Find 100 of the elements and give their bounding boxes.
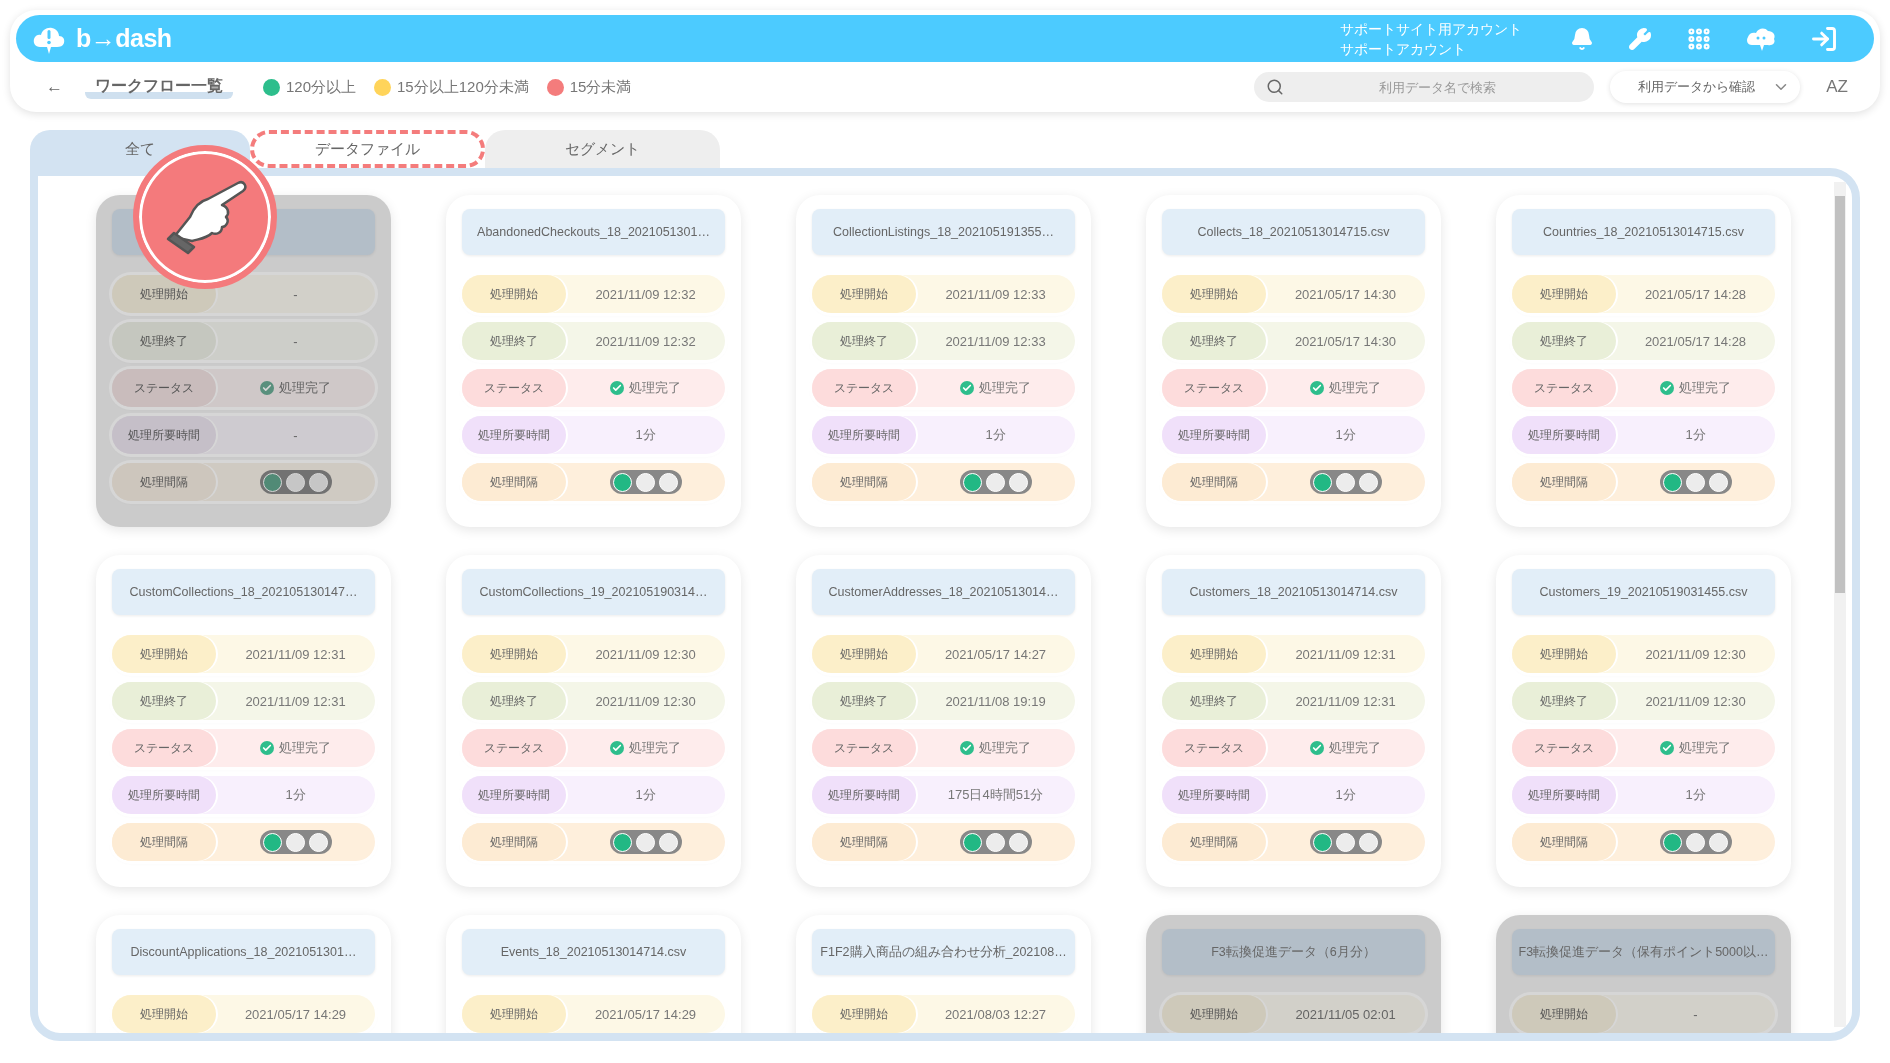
field-label: ステータス [462,729,566,767]
tab[interactable]: データファイル [250,130,485,168]
page-title: ワークフロー一覧 [85,75,233,99]
field-label: 処理間隔 [112,823,216,861]
card-title: DiscountApplications_18_2021051301… [130,945,357,959]
interval-indicator[interactable] [1309,470,1382,494]
field-label: 処理所要時間 [112,776,216,814]
status-text: 処理完了 [1329,739,1381,757]
sort-button[interactable]: AZ [1820,76,1854,98]
grid-icon [1686,25,1712,52]
field-value: 2021/05/17 14:30 [1293,286,1398,302]
field-label: 処理所要時間 [462,416,566,454]
field-label: 処理終了 [1162,682,1266,720]
status-text: 処理完了 [279,379,331,397]
legend-label: 15分以上120分未満 [397,77,529,97]
field-value: - [1692,1006,1699,1022]
field-value: 2021/11/09 12:31 [244,646,347,662]
field-label: 処理終了 [112,322,216,360]
field-value: 2021/11/08 19:19 [944,693,1047,709]
workflow-card[interactable]: Customers_19_20210519031455.csv 処理開始 2021/11/09 12:30 処理終了 2021/11/09 12:30 ステータス 処理完了 処理所要時間 1分 処理間隔 [1496,555,1791,887]
field-label: ステータス [112,369,216,407]
field-value: - [292,333,299,349]
field-label: 処理開始 [1512,275,1616,313]
card-title: Events_18_20210513014714.csv [500,945,687,959]
field-label: 処理所要時間 [1512,776,1616,814]
scrollbar[interactable] [1834,182,1846,1027]
field-label: ステータス [812,729,916,767]
field-value: 2021/11/05 02:01 [1294,1006,1397,1022]
field-label: 処理開始 [112,995,216,1033]
workflow-card[interactable]: Customers_18_20210513014714.csv 処理開始 2021/11/09 12:31 処理終了 2021/11/09 12:31 ステータス 処理完了 処理所要時間 1分 処理間隔 [1146,555,1441,887]
tab[interactable]: セグメント [485,130,720,168]
filter-dropdown[interactable]: 利用データから確認 [1610,71,1801,103]
workflow-card[interactable]: Events_18_20210513014714.csv 処理開始 2021/05/17 14:29 [446,915,741,1033]
field-value: 2021/11/09 12:33 [944,333,1047,349]
field-label: 処理間隔 [462,463,566,501]
field-value: 2021/11/09 12:30 [1644,693,1747,709]
interval-indicator[interactable] [959,470,1032,494]
field-value: 2021/11/09 12:30 [1644,646,1747,662]
settings-button[interactable] [1628,26,1652,51]
field-label: 処理終了 [812,322,916,360]
workflow-card[interactable]: DiscountApplications_18_2021051301… 処理開始 2021/05/17 14:29 [96,915,391,1033]
field-label: ステータス [1162,369,1266,407]
field-label: 処理開始 [812,635,916,673]
field-label: ステータス [1512,729,1616,767]
field-value: 175日4時間51分 [946,786,1045,804]
field-label: 処理開始 [1162,995,1266,1033]
workflow-card[interactable]: F1F2購入商品の組み合わせ分析_202108… 処理開始 2021/08/03 12:27 [796,915,1091,1033]
card-title: F3転換促進データ（6月分） [1211,943,1376,961]
bell-icon [1570,26,1594,51]
interval-indicator[interactable] [1659,830,1732,854]
field-value: 2021/05/17 14:28 [1643,286,1748,302]
field-label: 処理終了 [1512,682,1616,720]
search-field[interactable]: 利用データ名で検索 [1254,72,1595,102]
interval-indicator[interactable] [959,830,1032,854]
interval-indicator[interactable] [609,470,682,494]
workflow-card[interactable]: Countries_18_20210513014715.csv 処理開始 2021/05/17 14:28 処理終了 2021/05/17 14:28 ステータス 処理完了 処理所要時間 1分 処理間隔 [1496,195,1791,527]
interval-indicator[interactable] [1659,470,1732,494]
card-title: Customers_18_20210513014714.csv [1189,585,1398,599]
status-text: 処理完了 [979,379,1031,397]
field-value: 2021/11/09 12:30 [594,646,697,662]
field-value: 1分 [984,426,1007,444]
field-label: 処理開始 [462,995,566,1033]
field-value: 1分 [284,786,307,804]
field-label: 処理開始 [1512,635,1616,673]
workflow-card[interactable]: CustomCollections_19_202105190314… 処理開始 2021/11/09 12:30 処理終了 2021/11/09 12:30 ステータス 処理完了 処理所要時間 1分 処理間隔 [446,555,741,887]
logout-button[interactable] [1810,24,1838,53]
field-value: 2021/11/09 12:31 [244,693,347,709]
workflow-card[interactable]: CollectionListings_18_202105191355… 処理開始 2021/11/09 12:33 処理終了 2021/11/09 12:33 ステータス 処理完了 処理所要時間 1分 処理間隔 [796,195,1091,527]
apps-button[interactable] [1686,25,1712,52]
field-value: 2021/05/17 14:28 [1643,333,1748,349]
interval-indicator[interactable] [1309,830,1382,854]
field-label: 処理開始 [1512,995,1616,1033]
card-title: CustomCollections_18_202105130147… [129,585,358,599]
field-label: 処理間隔 [462,823,566,861]
notification-button[interactable] [1570,26,1594,51]
workflow-card[interactable]: CustomCollections_18_202105130147… 処理開始 2021/11/09 12:31 処理終了 2021/11/09 12:31 ステータス 処理完了 処理所要時間 1分 処理間隔 [96,555,391,887]
wrench-icon [1628,26,1652,51]
field-label: 処理間隔 [1512,463,1616,501]
back-button[interactable]: ← [46,77,63,97]
workflow-card[interactable]: Collects_18_20210513014715.csv 処理開始 2021/05/17 14:30 処理終了 2021/05/17 14:30 ステータス 処理完了 処理所要時間 1分 処理間隔 [1146,195,1441,527]
field-label: 処理間隔 [1162,463,1266,501]
interval-indicator[interactable] [609,830,682,854]
card-title: AbandonedCheckouts_18_2021051301… [477,225,710,239]
card-title: Countries_18_20210513014715.csv [1543,225,1744,239]
workflow-card[interactable]: AbandonedCheckouts_18_2021051301… 処理開始 2021/11/09 12:32 処理終了 2021/11/09 12:32 ステータス 処理完了 処理所要時間 1分 処理間隔 [446,195,741,527]
search-icon [1266,78,1285,96]
field-label: 処理開始 [1162,275,1266,313]
interval-indicator[interactable] [259,830,332,854]
field-label: 処理間隔 [1162,823,1266,861]
workflow-card[interactable]: CustomerAddresses_18_20210513014… 処理開始 2021/05/17 14:27 処理終了 2021/11/08 19:19 ステータス 処理完了 処理所要時間 175日4時間51分 処理間隔 [796,555,1091,887]
field-label: 処理所要時間 [812,776,916,814]
field-value: 1分 [634,426,657,444]
field-label: 処理間隔 [812,463,916,501]
field-label: 処理終了 [112,682,216,720]
field-label: 処理所要時間 [112,416,216,454]
status-text: 処理完了 [979,739,1031,757]
field-label: 処理開始 [462,275,566,313]
field-value: 1分 [1684,426,1707,444]
card-title: F3転換促進データ（保有ポイント5000以… [1518,943,1769,961]
field-label: 処理間隔 [812,823,916,861]
